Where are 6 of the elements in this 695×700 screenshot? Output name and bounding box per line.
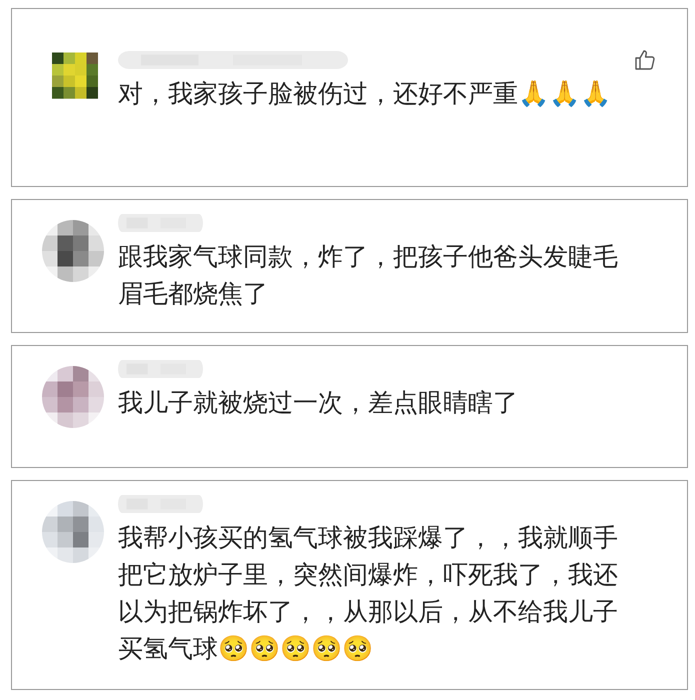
comment-text: 对，我家孩子脸被伤过，还好不严重🙏🙏🙏: [118, 79, 611, 108]
thumbs-up-icon: [633, 48, 657, 72]
comment-text: 跟我家气球同款，炸了，把孩子他爸头发睫毛眉毛都烧焦了: [118, 242, 618, 308]
like-button[interactable]: [633, 48, 657, 72]
comment-text: 我帮小孩买的氢气球被我踩爆了，，我就顺手把它放炉子里，突然间爆炸，吓死我了，我还以为把锅炸坏了，，从那以后，从不给我儿子买氢气球🥺🥺🥺🥺🥺: [118, 523, 618, 663]
comment-text: 我儿子就被烧过一次，差点眼睛瞎了: [118, 388, 518, 417]
